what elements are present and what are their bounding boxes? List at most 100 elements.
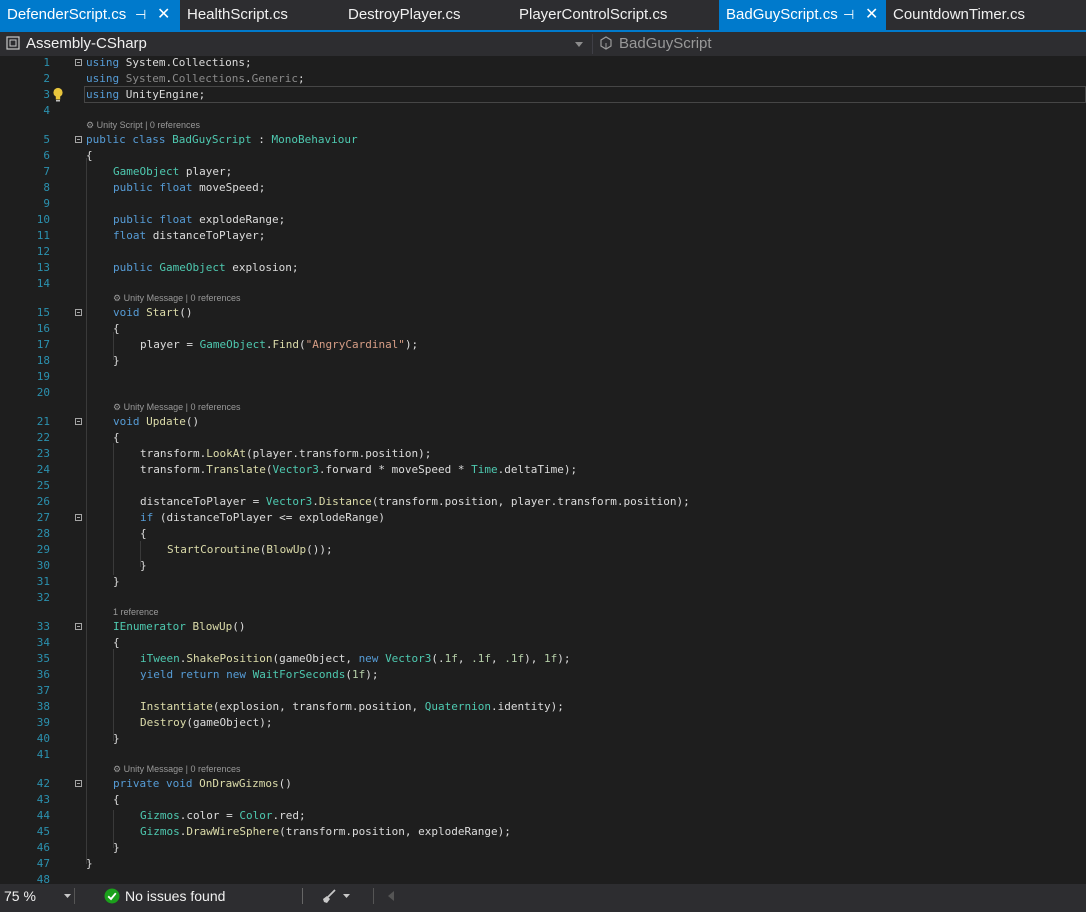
tab-badguy-script[interactable]: BadGuyScript.cs ⊣ ✕ [719, 0, 886, 30]
codelens[interactable]: ⚙ Unity Script | 0 references [86, 120, 200, 131]
fold-toggle[interactable] [75, 418, 82, 425]
codelens[interactable]: ⚙ Unity Message | 0 references [113, 402, 240, 413]
code-line[interactable]: using System.Collections; [86, 56, 252, 69]
divider [74, 888, 75, 904]
line-number: 23 [36, 447, 50, 460]
code-line[interactable]: distanceToPlayer = Vector3.Distance(tran… [140, 495, 690, 508]
code-line[interactable]: StartCoroutine(BlowUp()); [167, 543, 333, 556]
tab-destroy-player[interactable]: DestroyPlayer.cs [341, 0, 511, 30]
line-number: 22 [36, 431, 50, 444]
code-line[interactable]: IEnumerator BlowUp() [113, 620, 245, 633]
code-line[interactable]: Gizmos.color = Color.red; [140, 809, 306, 822]
code-line[interactable]: { [86, 149, 93, 162]
pin-icon[interactable]: ⊣ [843, 0, 854, 30]
brush-icon [323, 889, 336, 903]
line-number: 19 [36, 370, 50, 383]
line-number: 4 [43, 104, 50, 117]
code-line[interactable]: void Update() [113, 415, 199, 428]
pin-icon[interactable]: ⊣ [135, 0, 146, 30]
code-line[interactable]: yield return new WaitForSeconds(1f); [140, 668, 378, 681]
code-line[interactable]: Destroy(gameObject); [140, 716, 272, 729]
dropdown-arrow-icon[interactable] [575, 42, 583, 47]
tab-countdown-timer[interactable]: CountdownTimer.cs [886, 0, 1086, 30]
line-number: 16 [36, 322, 50, 335]
code-line[interactable]: { [113, 793, 120, 806]
project-icon [6, 36, 20, 50]
code-line[interactable]: { [113, 431, 120, 444]
code-line[interactable]: } [113, 575, 120, 588]
code-editor[interactable]: 1 2 3 4 5 6 7 8 9 10 11 12 13 14 15 16 1… [0, 56, 1086, 884]
fold-toggle[interactable] [75, 780, 82, 787]
code-line[interactable]: Instantiate(explosion, transform.positio… [140, 700, 564, 713]
project-dropdown[interactable]: Assembly-CSharp [0, 32, 590, 56]
check-icon [104, 888, 120, 904]
tab-label: DefenderScript.cs [7, 6, 127, 23]
line-number: 20 [36, 386, 50, 399]
code-line[interactable]: GameObject player; [113, 165, 232, 178]
code-line[interactable]: { [140, 527, 147, 540]
code-line[interactable]: using System.Collections.Generic; [86, 72, 305, 85]
line-number: 17 [36, 338, 50, 351]
line-number: 28 [36, 527, 50, 540]
code-line[interactable]: public class BadGuyScript : MonoBehaviou… [86, 133, 358, 146]
line-number: 46 [36, 841, 50, 854]
code-line[interactable]: player = GameObject.Find("AngryCardinal"… [140, 338, 418, 351]
scroll-left-icon[interactable] [388, 891, 394, 901]
tab-defender-script[interactable]: DefenderScript.cs ⊣ ✕ [0, 0, 180, 30]
code-line[interactable]: iTween.ShakePosition(gameObject, new Vec… [140, 652, 571, 665]
fold-toggle[interactable] [75, 136, 82, 143]
close-icon[interactable]: ✕ [865, 0, 878, 30]
code-line[interactable]: } [113, 841, 120, 854]
fold-toggle[interactable] [75, 309, 82, 316]
tab-label: CountdownTimer.cs [893, 6, 1025, 23]
code-line[interactable]: public float explodeRange; [113, 213, 285, 226]
line-number: 14 [36, 277, 50, 290]
code-line[interactable]: } [86, 857, 93, 870]
fold-toggle[interactable] [75, 623, 82, 630]
codelens[interactable]: ⚙ Unity Message | 0 references [113, 293, 240, 304]
issues-indicator[interactable]: No issues found [100, 884, 300, 908]
code-line[interactable]: if (distanceToPlayer <= explodeRange) [140, 511, 385, 524]
code-line[interactable]: { [113, 636, 120, 649]
fold-toggle[interactable] [75, 514, 82, 521]
project-name: Assembly-CSharp [26, 35, 147, 52]
document-tab-strip: DefenderScript.cs ⊣ ✕ HealthScript.cs De… [0, 0, 1086, 30]
code-line[interactable]: } [113, 732, 120, 745]
code-line[interactable]: private void OnDrawGizmos() [113, 777, 292, 790]
code-line[interactable]: public GameObject explosion; [113, 261, 298, 274]
tab-label: BadGuyScript.cs [726, 6, 838, 23]
code-line[interactable]: { [113, 322, 120, 335]
line-number: 12 [36, 245, 50, 258]
line-number: 29 [36, 543, 50, 556]
code-line[interactable]: } [113, 354, 120, 367]
code-line[interactable]: Gizmos.DrawWireSphere(transform.position… [140, 825, 511, 838]
lightbulb-icon[interactable] [52, 87, 64, 102]
code-line[interactable]: float distanceToPlayer; [113, 229, 265, 242]
zoom-dropdown[interactable]: 75 % [0, 884, 74, 908]
dropdown-arrow-icon [64, 894, 71, 898]
tab-player-control-script[interactable]: PlayerControlScript.cs [512, 0, 717, 30]
indent-guide [113, 443, 114, 575]
type-dropdown[interactable]: BadGuyScript [594, 32, 1086, 56]
fold-toggle[interactable] [75, 59, 82, 66]
code-line[interactable]: void Start() [113, 306, 193, 319]
code-line[interactable]: public float moveSpeed; [113, 181, 265, 194]
code-line[interactable]: transform.Translate(Vector3.forward * mo… [140, 463, 577, 476]
line-number: 45 [36, 825, 50, 838]
code-line[interactable]: } [140, 559, 147, 572]
line-number: 1 [43, 56, 50, 69]
codelens-icon: ⚙ [113, 764, 124, 774]
code-line[interactable]: using UnityEngine; [86, 88, 205, 101]
codelens[interactable]: 1 reference [113, 607, 159, 617]
line-number: 26 [36, 495, 50, 508]
line-number: 27 [36, 511, 50, 524]
line-number: 18 [36, 354, 50, 367]
close-icon[interactable]: ✕ [157, 0, 170, 30]
codelens[interactable]: ⚙ Unity Message | 0 references [113, 764, 240, 775]
divider [592, 34, 593, 54]
line-number: 40 [36, 732, 50, 745]
tab-health-script[interactable]: HealthScript.cs [180, 0, 338, 30]
code-line[interactable]: transform.LookAt(player.transform.positi… [140, 447, 431, 460]
line-number: 9 [43, 197, 50, 210]
code-cleanup-button[interactable] [318, 884, 358, 908]
